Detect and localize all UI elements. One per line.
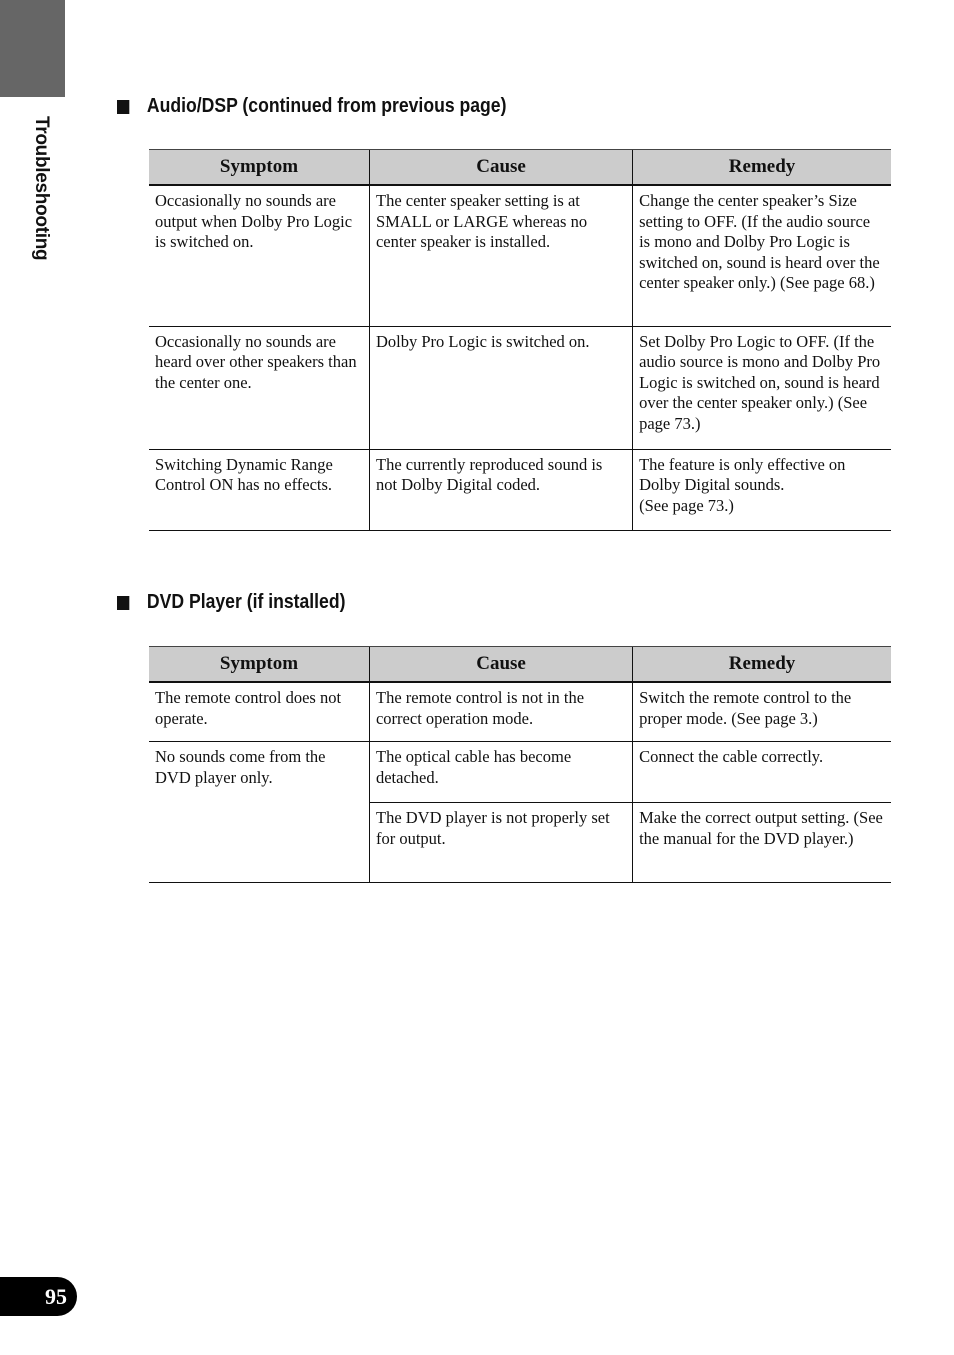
table-row: Occasionally no sounds are output when D… [149,185,891,327]
audio-dsp-table: Symptom Cause Remedy Occasionally no sou… [149,149,891,531]
table-row: Switching Dynamic Range Control ON has n… [149,449,891,531]
dvd-player-table: Symptom Cause Remedy The remote control … [149,646,891,883]
table-row: Occasionally no sounds are heard over ot… [149,326,891,450]
remedy-cell: Set Dolby Pro Logic to OFF. (If the audi… [632,326,891,450]
remedy-cell: The feature is only effective on Dolby D… [632,449,891,531]
section-title-text: DVD Player (if installed) [146,591,346,613]
chapter-tab [0,0,65,97]
cause-cell: The center speaker setting is at SMALL o… [368,185,633,327]
section-title-audio-dsp: Audio/DSP (continued from previous page) [117,95,506,118]
column-header-symptom: Symptom [149,646,370,683]
symptom-cell: Switching Dynamic Range Control ON has n… [149,449,370,531]
column-header-remedy: Remedy [632,149,891,186]
remedy-line: The feature is only effective on Dolby D… [639,454,846,495]
symptom-cell: No sounds come from the DVD player only. [149,741,370,883]
cause-cell: Dolby Pro Logic is switched on. [368,326,633,450]
chapter-label: Troubleshooting [31,116,52,261]
square-bullet-icon [117,595,130,610]
remedy-line: (See page 73.) [639,495,734,515]
section-title-dvd-player: DVD Player (if installed) [117,591,345,614]
column-header-symptom: Symptom [149,149,370,186]
column-header-remedy: Remedy [632,646,891,683]
cause-cell: The remote control is not in the correct… [368,682,633,742]
page-number: 95 [45,1283,67,1309]
square-bullet-icon [117,99,130,114]
table-row: The remote control does not operate. The… [149,682,891,742]
remedy-cell: Change the center speaker’s Size setting… [632,185,891,327]
section-title-text: Audio/DSP (continued from previous page) [146,95,507,117]
remedy-cell: Switch the remote control to the proper … [632,682,891,742]
remedy-cell: Connect the cable correctly. [632,741,891,803]
table-row: No sounds come from the DVD player only.… [149,741,891,883]
column-header-cause: Cause [368,646,633,683]
cause-cell: The optical cable has become detached. [368,741,633,803]
symptom-cell: Occasionally no sounds are output when D… [149,185,370,327]
remedy-cell: Make the correct output setting. (See th… [632,802,891,883]
cause-cell: The currently reproduced sound is not Do… [368,449,633,531]
page-number-badge: 95 [0,1277,77,1316]
table-header-row: Symptom Cause Remedy [149,646,891,683]
column-header-cause: Cause [368,149,633,186]
symptom-cell: The remote control does not operate. [149,682,370,742]
symptom-cell: Occasionally no sounds are heard over ot… [149,326,370,450]
cause-cell: The DVD player is not properly set for o… [368,802,633,883]
table-header-row: Symptom Cause Remedy [149,149,891,186]
